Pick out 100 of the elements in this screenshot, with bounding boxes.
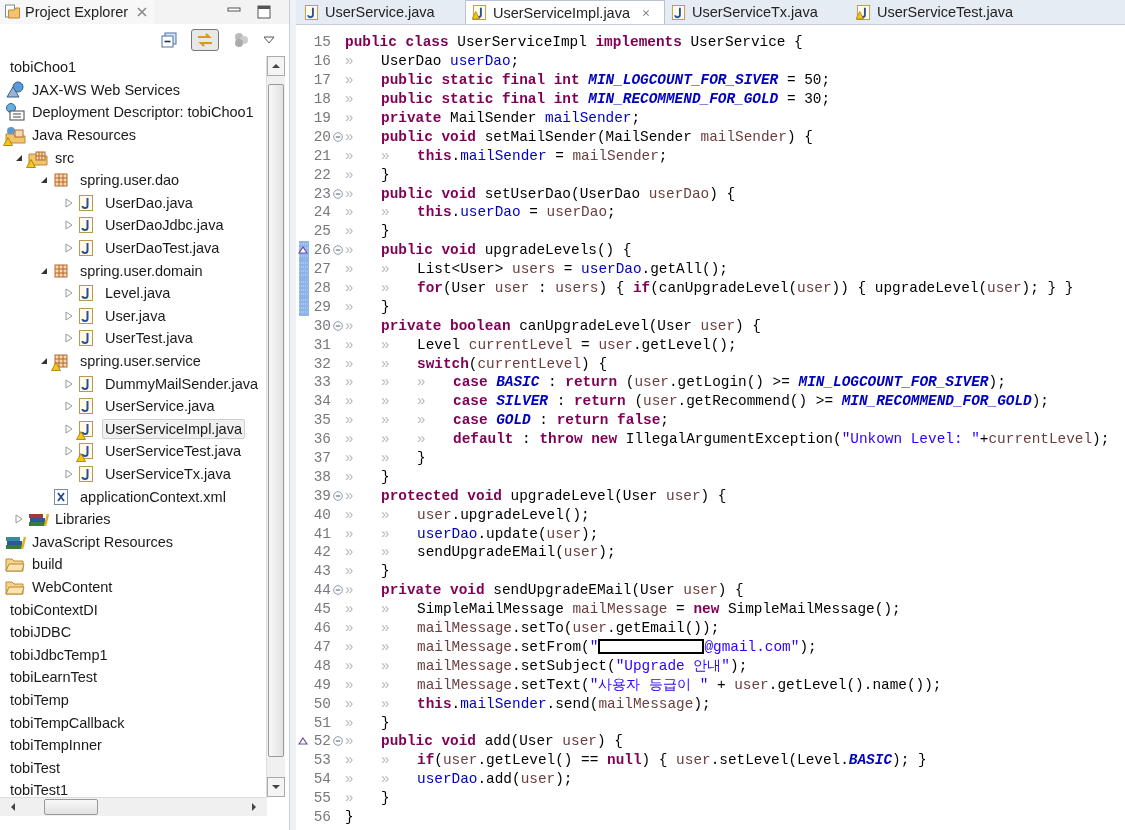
code-line: » » this.userDao = userDao; bbox=[345, 204, 616, 221]
expanded-arrow-icon[interactable] bbox=[40, 357, 48, 365]
code-line: » public void upgradeLevels() { bbox=[345, 242, 632, 259]
tree-item[interactable]: tobiJDBC bbox=[7, 622, 75, 643]
tree-item[interactable]: UserServiceImpl.java bbox=[102, 418, 245, 439]
collapsed-arrow-icon[interactable] bbox=[65, 310, 73, 321]
editor-tab[interactable]: UserService.java bbox=[298, 0, 465, 24]
collapsed-arrow-icon[interactable] bbox=[15, 514, 23, 525]
editor-tab[interactable]: UserServiceTest.java bbox=[850, 0, 1028, 24]
tree-item[interactable]: Deployment Descriptor: tobiChoo1 bbox=[29, 102, 257, 123]
tree-item[interactable]: DummyMailSender.java bbox=[102, 373, 262, 394]
fold-icon[interactable] bbox=[333, 188, 343, 199]
tree-item[interactable]: WebContent bbox=[29, 576, 116, 597]
tree-item[interactable]: User.java bbox=[102, 305, 169, 326]
collapsed-arrow-icon[interactable] bbox=[65, 220, 73, 231]
tree-item[interactable]: spring.user.domain bbox=[77, 260, 206, 281]
java-file-icon bbox=[78, 397, 94, 416]
fold-icon[interactable] bbox=[333, 131, 343, 142]
code-line: } bbox=[345, 808, 354, 825]
code-line: » » mailMessage.setText("사용자 등급이 " + user.getLevel().name()); bbox=[345, 676, 942, 695]
fold-icon[interactable] bbox=[333, 245, 343, 256]
fold-icon[interactable] bbox=[333, 736, 343, 747]
collapse-all-icon[interactable] bbox=[161, 32, 177, 48]
tree-item[interactable]: tobiJdbcTemp1 bbox=[7, 644, 111, 665]
tree-item[interactable]: tobiTest bbox=[7, 757, 63, 778]
line-number: 55 bbox=[312, 790, 331, 807]
expanded-arrow-icon[interactable] bbox=[40, 266, 48, 275]
tree-item[interactable]: UserDaoJdbc.java bbox=[102, 215, 227, 236]
scroll-thumb[interactable] bbox=[268, 84, 284, 757]
scroll-thumb[interactable] bbox=[44, 799, 98, 815]
collapsed-arrow-icon[interactable] bbox=[65, 288, 73, 299]
code-line: » » Level currentLevel = user.getLevel(); bbox=[345, 336, 737, 353]
tree-item[interactable]: spring.user.dao bbox=[77, 170, 183, 191]
tree-item[interactable]: UserServiceTx.java bbox=[102, 464, 234, 484]
collapsed-arrow-icon[interactable] bbox=[65, 423, 73, 434]
code-line: » » userDao.add(user); bbox=[345, 771, 573, 788]
line-number: 26 bbox=[312, 242, 331, 259]
tree-item[interactable]: tobiContextDI bbox=[7, 599, 101, 620]
line-number: 15 bbox=[312, 34, 331, 51]
code-line: » } bbox=[345, 223, 390, 240]
tree-item[interactable]: UserDao.java bbox=[102, 192, 196, 213]
java-file-icon bbox=[304, 3, 319, 21]
tree-item[interactable]: UserService.java bbox=[102, 396, 218, 417]
deployment-descriptor-icon bbox=[5, 103, 25, 122]
view-menu-icon[interactable] bbox=[263, 36, 275, 44]
code-line: » } bbox=[345, 166, 390, 183]
code-line: » private MailSender mailSender; bbox=[345, 110, 641, 126]
collapsed-arrow-icon[interactable] bbox=[65, 243, 73, 254]
tree-item[interactable]: JavaScript Resources bbox=[29, 531, 177, 552]
tree-item[interactable]: Level.java bbox=[102, 283, 174, 304]
tree-item[interactable]: tobiTest1 bbox=[7, 780, 72, 797]
collapsed-arrow-icon[interactable] bbox=[65, 401, 73, 412]
tree-item[interactable]: UserServiceTest.java bbox=[102, 441, 245, 462]
collapsed-arrow-icon[interactable] bbox=[65, 378, 73, 389]
tree-item[interactable]: spring.user.service bbox=[77, 351, 204, 371]
scroll-up-icon[interactable] bbox=[267, 56, 285, 76]
java-file-icon bbox=[78, 216, 94, 235]
line-number: 28 bbox=[312, 280, 331, 296]
tree-item[interactable]: tobiTempInner bbox=[7, 735, 105, 756]
tree-item[interactable]: Libraries bbox=[52, 509, 114, 530]
package-icon bbox=[53, 172, 69, 189]
java-file-icon bbox=[472, 4, 487, 21]
two-arrows-icon bbox=[196, 32, 214, 48]
collapsed-arrow-icon[interactable] bbox=[65, 469, 73, 479]
tree-item[interactable]: tobiLearnTest bbox=[7, 667, 101, 688]
line-number: 47 bbox=[312, 638, 331, 655]
tree-item[interactable]: tobiTemp bbox=[7, 689, 72, 710]
fold-icon[interactable] bbox=[333, 490, 343, 501]
editor-tab[interactable]: UserServiceImpl.java bbox=[465, 0, 665, 24]
horizontal-scrollbar[interactable] bbox=[0, 797, 267, 816]
editor-tab[interactable]: UserServiceTx.java bbox=[665, 0, 850, 24]
scroll-down-icon[interactable] bbox=[267, 777, 285, 797]
package-icon bbox=[53, 262, 69, 279]
collapsed-arrow-icon[interactable] bbox=[65, 333, 73, 344]
fold-icon[interactable] bbox=[333, 585, 343, 596]
tree-item[interactable]: src bbox=[52, 147, 78, 168]
tree-item[interactable]: applicationContext.xml bbox=[77, 486, 229, 507]
tree-item[interactable]: JAX-WS Web Services bbox=[29, 79, 183, 100]
line-number: 17 bbox=[312, 72, 331, 89]
tree-item[interactable]: tobiTempCallback bbox=[7, 712, 128, 733]
line-number: 25 bbox=[312, 223, 331, 240]
line-number: 27 bbox=[312, 261, 331, 278]
tree-item[interactable]: UserDaoTest.java bbox=[102, 238, 223, 259]
close-icon[interactable] bbox=[136, 6, 149, 18]
tree-item[interactable]: tobiChoo1 bbox=[7, 57, 80, 78]
maximize-icon[interactable] bbox=[257, 5, 271, 19]
link-with-editor-button[interactable] bbox=[191, 29, 219, 51]
vertical-scrollbar[interactable] bbox=[266, 56, 285, 797]
tree-item[interactable]: Java Resources bbox=[29, 125, 139, 146]
code-line: » » mailMessage.setFrom(" bbox=[345, 638, 599, 655]
expanded-arrow-icon[interactable] bbox=[40, 176, 48, 185]
filter-icon[interactable] bbox=[233, 32, 249, 48]
expanded-arrow-icon[interactable] bbox=[15, 153, 23, 162]
line-number: 19 bbox=[312, 110, 331, 126]
tree-item[interactable]: UserTest.java bbox=[102, 328, 196, 349]
line-number: 24 bbox=[312, 204, 331, 221]
collapsed-arrow-icon[interactable] bbox=[65, 197, 73, 208]
fold-icon[interactable] bbox=[333, 320, 343, 331]
tree-item[interactable]: build bbox=[29, 554, 66, 575]
collapsed-arrow-icon[interactable] bbox=[65, 446, 73, 457]
